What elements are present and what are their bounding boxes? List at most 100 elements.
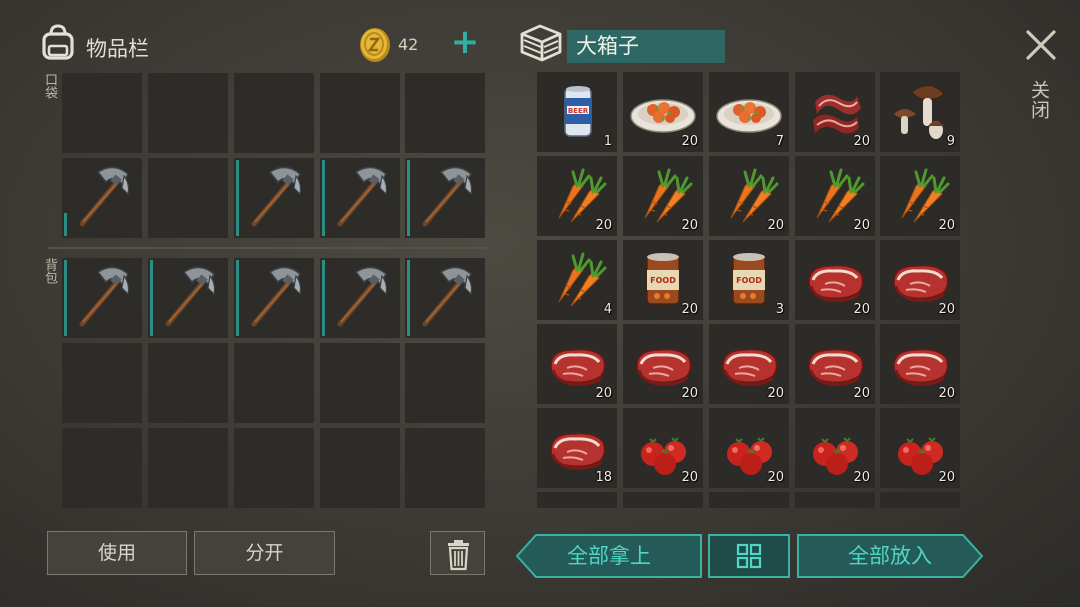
- pickaxe-icon: [422, 166, 473, 227]
- chest-slot[interactable]: 20: [880, 240, 960, 320]
- close-label[interactable]: 关闭: [1028, 80, 1053, 120]
- section-divider: [48, 247, 488, 249]
- split-button[interactable]: 分开: [194, 531, 335, 575]
- item-quantity: 20: [595, 386, 612, 401]
- chest-slot[interactable]: [795, 492, 875, 508]
- durability-bar: [236, 260, 239, 336]
- pocket-slot[interactable]: [62, 73, 142, 153]
- pocket-slot[interactable]: [234, 158, 314, 238]
- item-quantity: 20: [938, 386, 955, 401]
- backpack-icon: [42, 24, 74, 60]
- backpack-slot[interactable]: [62, 428, 142, 508]
- item-quantity: 7: [775, 134, 784, 149]
- chest-slot[interactable]: FOOD 20: [623, 240, 703, 320]
- chest-slot[interactable]: [709, 492, 789, 508]
- durability-bar: [407, 260, 410, 336]
- pocket-slot[interactable]: [234, 73, 314, 153]
- item-quantity: 20: [767, 386, 784, 401]
- backpack-slot[interactable]: [234, 258, 314, 338]
- item-quantity: 20: [853, 134, 870, 149]
- use-button[interactable]: 使用: [47, 531, 187, 575]
- chest-slot[interactable]: 20: [880, 408, 960, 488]
- chest-slot[interactable]: [880, 492, 960, 508]
- backpack-slot[interactable]: [62, 343, 142, 423]
- chest-slot[interactable]: FOOD 3: [709, 240, 789, 320]
- chest-slot[interactable]: 20: [709, 408, 789, 488]
- item-quantity: 20: [681, 218, 698, 233]
- pickaxe-icon: [165, 266, 216, 327]
- pocket-slot[interactable]: [148, 73, 228, 153]
- chest-slot[interactable]: [623, 492, 703, 508]
- chest-slot[interactable]: 20: [795, 408, 875, 488]
- item-quantity: 20: [681, 134, 698, 149]
- pickaxe-icon: [251, 166, 302, 227]
- pocket-slot[interactable]: [320, 158, 400, 238]
- take-all-button[interactable]: 全部拿上: [516, 534, 702, 578]
- item-quantity: 1: [603, 134, 612, 149]
- pocket-slot[interactable]: [405, 73, 485, 153]
- pickaxe-icon: [337, 266, 388, 327]
- backpack-slot[interactable]: [320, 258, 400, 338]
- chest-grid: BEER 1 20 7 20 9 20 20 20 20 20 4 FOOD 20 FOOD 3 20 20 20 2…: [537, 72, 962, 508]
- chest-slot[interactable]: 20: [880, 156, 960, 236]
- chest-slot[interactable]: 20: [623, 72, 703, 152]
- backpack-slot[interactable]: [148, 428, 228, 508]
- backpack-slot[interactable]: [148, 258, 228, 338]
- item-quantity: 9: [946, 134, 955, 149]
- item-quantity: 20: [938, 470, 955, 485]
- backpack-slot[interactable]: [320, 428, 400, 508]
- chest-slot[interactable]: 20: [795, 156, 875, 236]
- chest-slot[interactable]: 20: [623, 408, 703, 488]
- chest-slot[interactable]: BEER 1: [537, 72, 617, 152]
- item-quantity: 20: [595, 218, 612, 233]
- backpack-slot[interactable]: [405, 343, 485, 423]
- item-quantity: 4: [603, 302, 612, 317]
- backpack-label: 背包: [42, 258, 57, 284]
- item-quantity: 20: [853, 218, 870, 233]
- item-quantity: 20: [681, 302, 698, 317]
- chest-slot[interactable]: 20: [709, 156, 789, 236]
- pickaxe-icon: [337, 166, 388, 227]
- chest-slot[interactable]: 4: [537, 240, 617, 320]
- chest-title[interactable]: 大箱子: [567, 30, 725, 63]
- chest-slot[interactable]: 9: [880, 72, 960, 152]
- item-quantity: 20: [681, 470, 698, 485]
- chest-slot[interactable]: 18: [537, 408, 617, 488]
- chest-slot[interactable]: 20: [537, 156, 617, 236]
- backpack-slot[interactable]: [62, 258, 142, 338]
- chest-slot[interactable]: 20: [795, 72, 875, 152]
- chest-slot[interactable]: 20: [795, 324, 875, 404]
- svg-text:BEER: BEER: [568, 107, 589, 115]
- chest-slot[interactable]: [537, 492, 617, 508]
- chest-slot[interactable]: 7: [709, 72, 789, 152]
- pickaxe-icon: [79, 266, 130, 327]
- backpack-slot[interactable]: [405, 428, 485, 508]
- sort-grid-button[interactable]: [708, 534, 790, 578]
- put-all-button[interactable]: 全部放入: [797, 534, 983, 578]
- chest-slot[interactable]: 20: [795, 240, 875, 320]
- backpack-slot[interactable]: [320, 343, 400, 423]
- durability-bar: [322, 260, 325, 336]
- chest-slot[interactable]: 20: [537, 324, 617, 404]
- chest-slot[interactable]: 20: [623, 156, 703, 236]
- chest-slot[interactable]: 20: [623, 324, 703, 404]
- add-coins-button[interactable]: +: [450, 25, 480, 60]
- pocket-slot[interactable]: [320, 73, 400, 153]
- pocket-slot[interactable]: [62, 158, 142, 238]
- item-quantity: 20: [938, 218, 955, 233]
- item-quantity: 18: [595, 470, 612, 485]
- backpack-slot[interactable]: [234, 428, 314, 508]
- put-all-label: 全部放入: [848, 544, 932, 568]
- backpack-slot[interactable]: [148, 343, 228, 423]
- pocket-slot[interactable]: [405, 158, 485, 238]
- durability-bar: [322, 160, 325, 236]
- trash-button[interactable]: [430, 531, 485, 575]
- inventory-title: 物品栏: [86, 37, 149, 61]
- chest-slot[interactable]: 20: [880, 324, 960, 404]
- take-all-label: 全部拿上: [567, 544, 651, 568]
- close-icon[interactable]: [1024, 28, 1058, 62]
- backpack-slot[interactable]: [405, 258, 485, 338]
- backpack-slot[interactable]: [234, 343, 314, 423]
- pocket-slot[interactable]: [148, 158, 228, 238]
- chest-slot[interactable]: 20: [709, 324, 789, 404]
